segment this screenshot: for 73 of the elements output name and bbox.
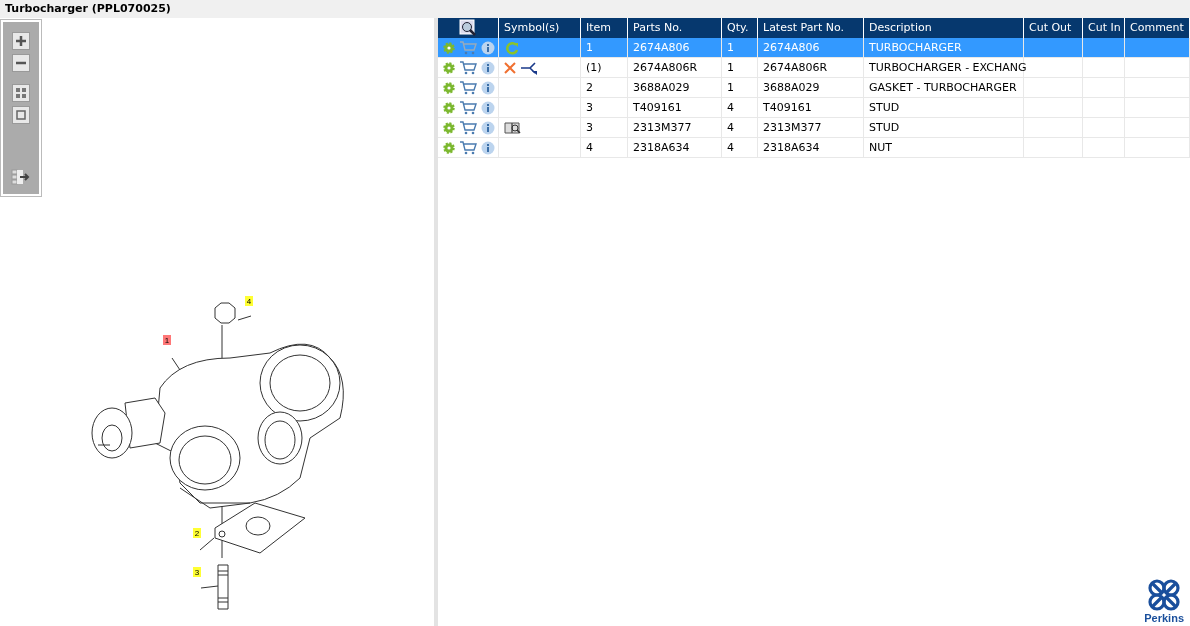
info-icon[interactable] — [481, 80, 495, 95]
table-cell: T409161 — [628, 98, 722, 117]
table-cell: TURBOCHARGER - EXCHANG — [864, 58, 1024, 77]
table-cell: GASKET - TURBOCHARGER — [864, 78, 1024, 97]
table-row[interactable]: 3 2313M377 4 2313M377 STUD — [438, 118, 1190, 138]
table-cell: 2674A806R — [758, 58, 864, 77]
fit-view-button[interactable] — [12, 84, 30, 102]
table-cell: 4 — [722, 118, 758, 137]
panel-toggle-button[interactable] — [10, 168, 32, 186]
book-magnifier-icon — [504, 120, 522, 135]
gear-icon[interactable] — [443, 81, 455, 94]
cart-icon[interactable] — [459, 60, 477, 75]
table-cell: 1 — [722, 38, 758, 57]
search-icon[interactable] — [459, 19, 477, 37]
callout-label[interactable]: 1 — [163, 335, 171, 345]
table-cell: 4 — [722, 138, 758, 157]
callout-label[interactable]: 4 — [245, 296, 253, 306]
table-cell: 2 — [581, 78, 628, 97]
table-cell: 1 — [581, 38, 628, 57]
split-arrow-icon — [520, 60, 538, 75]
info-icon[interactable] — [481, 140, 495, 155]
info-icon[interactable] — [481, 60, 495, 75]
table-cell: 2674A806R — [628, 58, 722, 77]
plus-icon — [14, 34, 28, 48]
zoom-out-button[interactable] — [12, 54, 30, 72]
cart-icon[interactable] — [459, 80, 477, 95]
table-cell: 1 — [722, 78, 758, 97]
table-cell: 2318A634 — [628, 138, 722, 157]
square-icon — [14, 108, 28, 122]
info-icon[interactable] — [481, 100, 495, 115]
cart-icon[interactable] — [459, 100, 477, 115]
table-row[interactable]: 2 3688A029 1 3688A029 GASKET - TURBOCHARGER — [438, 78, 1190, 98]
rotate-arrow-icon — [504, 40, 520, 55]
table-cell: 2313M377 — [628, 118, 722, 137]
actual-size-button[interactable] — [12, 106, 30, 124]
table-cell: 4 — [581, 138, 628, 157]
brand-logo-text: Perkins — [1144, 612, 1184, 624]
window-title: Turbocharger (PPL070025) — [5, 2, 171, 15]
gear-icon[interactable] — [443, 61, 455, 74]
gear-icon[interactable] — [443, 121, 455, 134]
table-cell: 3688A029 — [758, 78, 864, 97]
table-cell: 3 — [581, 98, 628, 117]
cart-icon[interactable] — [459, 140, 477, 155]
gear-icon[interactable] — [443, 101, 455, 114]
table-row[interactable]: 3 T409161 4 T409161 STUD — [438, 98, 1190, 118]
table-cell: T409161 — [758, 98, 864, 117]
grid-icon — [14, 86, 28, 100]
table-cell: TURBOCHARGER — [864, 38, 1024, 57]
table-cell: 3 — [581, 118, 628, 137]
list-arrow-icon — [11, 169, 31, 185]
info-icon[interactable] — [481, 40, 495, 55]
gear-icon[interactable] — [443, 41, 455, 54]
table-cell: 2674A806 — [758, 38, 864, 57]
table-cell: STUD — [864, 98, 1024, 117]
table-cell: (1) — [581, 58, 628, 77]
table-cell: 2318A634 — [758, 138, 864, 157]
info-icon[interactable] — [481, 120, 495, 135]
cart-icon[interactable] — [459, 120, 477, 135]
table-cell: 3688A029 — [628, 78, 722, 97]
table-row[interactable]: (1) 2674A806R 1 2674A806R TURBOCHARGER - EXCHANG — [438, 58, 1190, 78]
table-cell: STUD — [864, 118, 1024, 137]
gear-icon[interactable] — [443, 141, 455, 154]
table-row[interactable]: 4 2318A634 4 2318A634 NUT — [438, 138, 1190, 158]
clover-logo-icon — [1147, 578, 1182, 612]
callout-label[interactable]: 2 — [193, 528, 201, 538]
table-cell: NUT — [864, 138, 1024, 157]
cross-icon — [504, 61, 516, 74]
callout-label[interactable]: 3 — [193, 567, 201, 577]
table-cell: 1 — [722, 58, 758, 77]
table-cell: 2674A806 — [628, 38, 722, 57]
table-cell: 4 — [722, 98, 758, 117]
zoom-in-button[interactable] — [12, 32, 30, 50]
table-cell: 2313M377 — [758, 118, 864, 137]
